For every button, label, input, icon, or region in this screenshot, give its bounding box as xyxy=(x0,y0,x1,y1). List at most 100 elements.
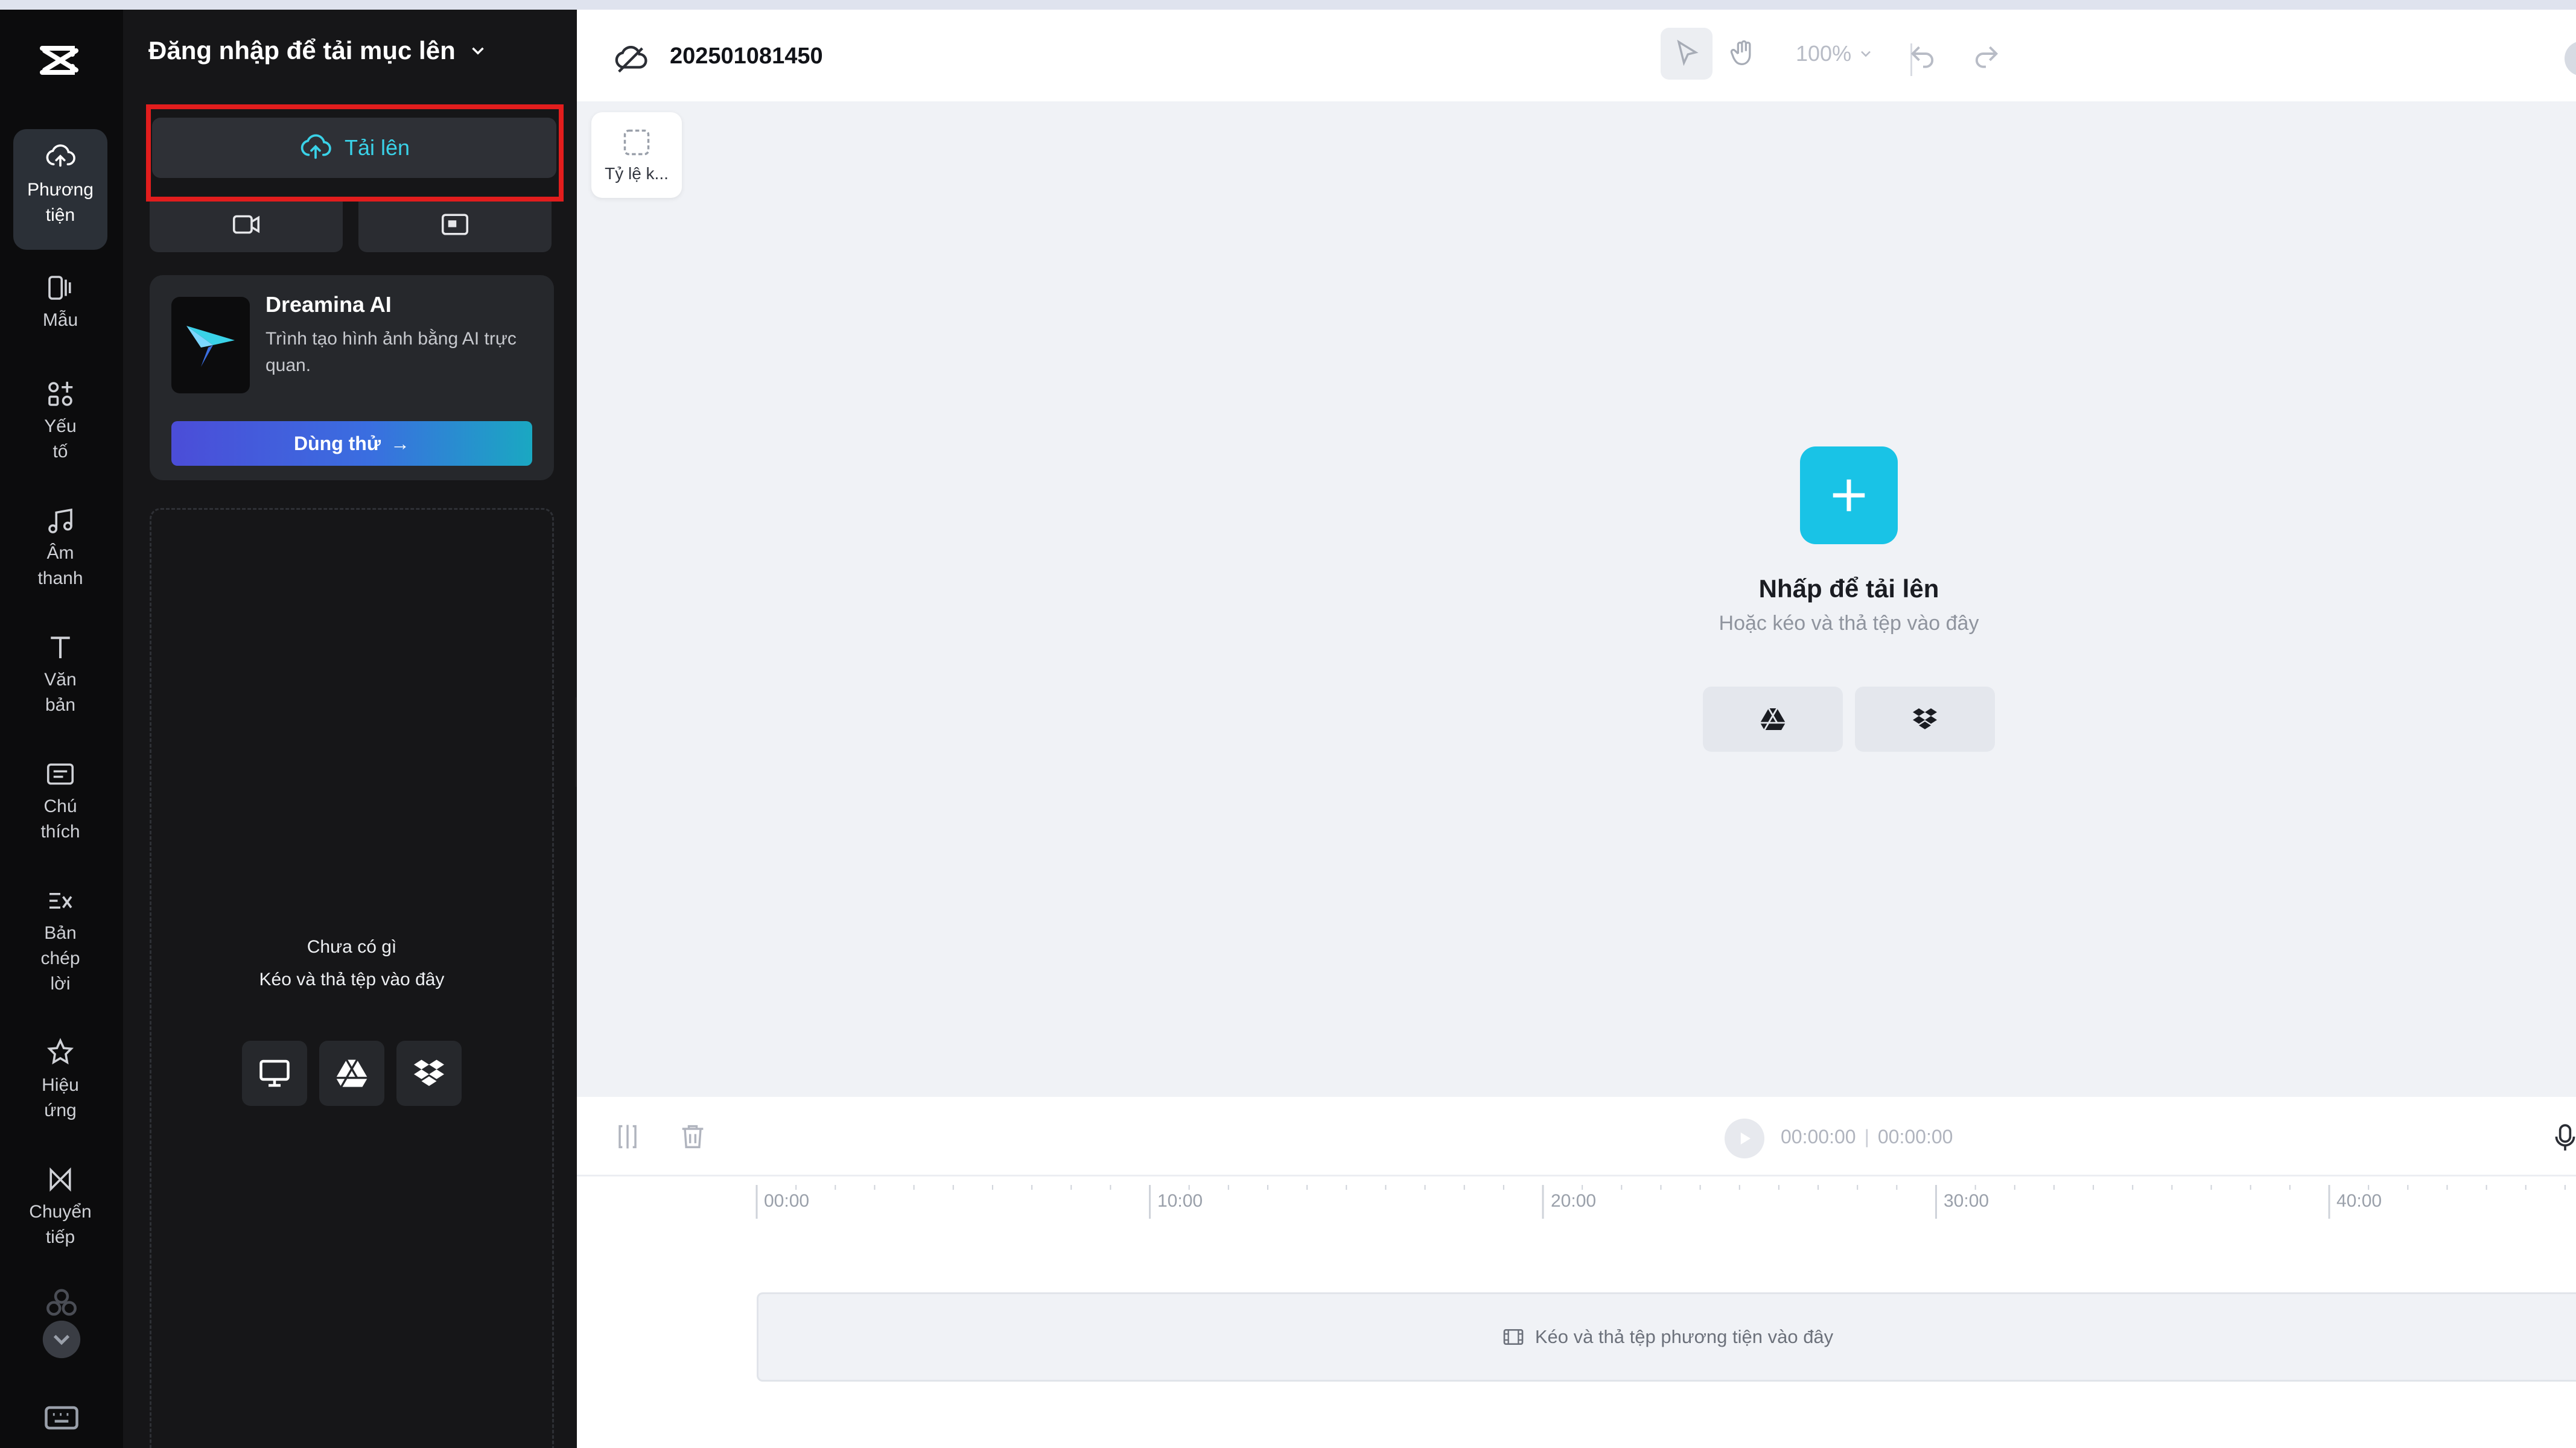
rail-label: Bản chép lời xyxy=(40,923,80,994)
split-icon[interactable] xyxy=(612,1121,643,1152)
capcut-logo-icon[interactable] xyxy=(36,36,84,84)
dreamina-logo-icon xyxy=(186,326,235,367)
account-avatar[interactable] xyxy=(2565,41,2576,76)
play-icon xyxy=(1740,1132,1751,1145)
rail-label: Chú thích xyxy=(40,796,80,842)
promo-title: Dreamina AI xyxy=(266,292,392,317)
click-to-upload-button[interactable] xyxy=(1800,446,1898,544)
select-tool-button[interactable] xyxy=(1661,28,1713,80)
template-icon xyxy=(48,276,71,300)
aspect-ratio-label: Tỷ lệ k... xyxy=(605,164,669,183)
record-video-button[interactable] xyxy=(150,197,343,252)
project-title[interactable]: 202501081450 xyxy=(670,43,823,69)
timecode-separator: | xyxy=(1864,1126,1869,1148)
plus-icon xyxy=(1833,479,1865,512)
text-icon xyxy=(51,637,70,658)
hand-icon xyxy=(1730,40,1751,65)
chevron-down-icon xyxy=(1861,51,1871,57)
upload-from-google-drive-button[interactable] xyxy=(319,1041,384,1106)
rail-label: Phương tiện xyxy=(27,180,94,225)
aspect-ratio-icon xyxy=(623,129,650,156)
rail-item-elements[interactable]: Yếu tố xyxy=(13,366,107,465)
upload-target-dropdown[interactable]: Đăng nhập để tải mục lên xyxy=(148,36,488,65)
captions-icon xyxy=(46,763,74,785)
microphone-icon[interactable] xyxy=(2550,1121,2576,1155)
media-panel: Đăng nhập để tải mục lên Tải lên Dreamin… xyxy=(123,10,577,1448)
ruler-label: 20:00 xyxy=(1551,1191,1597,1211)
rail-item-templates[interactable]: Mẫu xyxy=(13,259,107,333)
redo-icon xyxy=(1975,46,1999,68)
rail-label: Văn bản xyxy=(44,670,77,715)
current-time: 00:00:00 xyxy=(1781,1126,1856,1148)
monitor-icon xyxy=(259,1059,290,1087)
effects-icon xyxy=(47,1038,74,1065)
total-time: 00:00:00 xyxy=(1877,1126,1953,1148)
zoom-value: 100% xyxy=(1796,41,1852,66)
rail-label: Âm thanh xyxy=(37,543,83,588)
preview-canvas[interactable]: Tỷ lệ k... Nhấp để tải lên Hoặc kéo và t… xyxy=(577,101,2576,1097)
redo-button[interactable] xyxy=(1960,28,2012,80)
timeline-ruler: 00:00 10:00 20:00 30:00 40:00 xyxy=(577,1176,2576,1225)
film-strip-icon xyxy=(1503,1329,1524,1345)
dropbox-button[interactable] xyxy=(1855,687,1995,752)
cloud-sync-off-icon[interactable] xyxy=(613,41,648,76)
record-screen-button[interactable] xyxy=(358,197,552,252)
zoom-dropdown[interactable]: 100% xyxy=(1796,41,1874,66)
dreamina-promo-card: Dreamina AI Trình tạo hình ảnh bằng AI t… xyxy=(150,275,554,480)
empty-state-title: Chưa có gì xyxy=(307,937,397,957)
dropbox-icon xyxy=(1913,708,1937,729)
arrow-right-icon: → xyxy=(390,432,410,454)
try-dreamina-button[interactable]: Dùng thử → xyxy=(171,421,532,466)
google-drive-button[interactable] xyxy=(1703,687,1843,752)
media-dropzone[interactable]: Chưa có gì Kéo và thả tệp vào đây xyxy=(150,508,554,1448)
rail-item-text[interactable]: Văn bản xyxy=(13,619,107,718)
elements-icon xyxy=(48,381,73,406)
empty-state-hint: Kéo và thả tệp vào đây xyxy=(259,970,445,989)
rail-item-audio[interactable]: Âm thanh xyxy=(13,492,107,591)
aspect-ratio-button[interactable]: Tỷ lệ k... xyxy=(591,112,682,198)
ruler-label: 40:00 xyxy=(2336,1191,2382,1211)
plugins-icon[interactable] xyxy=(41,1283,82,1324)
promo-description: Trình tạo hình ảnh bằng AI trực quan. xyxy=(266,329,517,375)
browser-top-strip xyxy=(0,0,2576,10)
ruler-label: 30:00 xyxy=(1944,1191,1989,1211)
try-button-label: Dùng thử xyxy=(293,432,381,454)
timeline-toolbar: 00:00:00 | 00:00:00 xyxy=(577,1097,2576,1176)
rail-label: Yếu tố xyxy=(44,416,77,462)
ruler-label: 10:00 xyxy=(1157,1191,1203,1211)
upload-source-buttons xyxy=(151,1041,552,1106)
timecode: 00:00:00 | 00:00:00 xyxy=(1781,1126,1953,1148)
undo-button[interactable] xyxy=(1897,28,1949,80)
rail-item-effects[interactable]: Hiệu ứng xyxy=(13,1024,107,1123)
timeline-area[interactable]: 00:00 10:00 20:00 30:00 40:00 Kéo và thả… xyxy=(577,1176,2576,1448)
empty-state-text: Chưa có gì Kéo và thả tệp vào đây xyxy=(151,931,552,996)
ruler-label: 00:00 xyxy=(764,1191,810,1211)
chevron-down-icon[interactable] xyxy=(41,1319,82,1360)
upload-from-computer-button[interactable] xyxy=(242,1041,307,1106)
rail-item-transcript[interactable]: Bản chép lời xyxy=(13,872,107,997)
rail-item-transitions[interactable]: Chuyển tiếp xyxy=(13,1151,107,1250)
screen-record-icon xyxy=(441,214,469,235)
rail-item-media[interactable]: Phương tiện xyxy=(13,129,107,250)
timeline-drop-zone[interactable]: Kéo và thả tệp phương tiện vào đây xyxy=(757,1292,2576,1382)
left-nav-rail: Phương tiện Mẫu Yếu tố Âm thanh Văn bản … xyxy=(0,10,123,1448)
rail-item-captions[interactable]: Chú thích xyxy=(13,746,107,845)
hand-tool-button[interactable] xyxy=(1717,28,1769,80)
panel-title: Đăng nhập để tải mục lên xyxy=(148,36,456,65)
upload-title: Nhấp để tải lên xyxy=(1758,574,1939,603)
google-drive-icon xyxy=(336,1059,368,1088)
upload-from-dropbox-button[interactable] xyxy=(396,1041,462,1106)
dreamina-logo xyxy=(171,297,250,393)
dropbox-icon xyxy=(414,1059,444,1086)
play-button[interactable] xyxy=(1725,1119,1764,1158)
music-note-icon xyxy=(48,508,72,533)
cloud-upload-icon xyxy=(46,144,75,167)
editor-topbar: 202501081450 100% xyxy=(577,10,2576,101)
transition-icon xyxy=(49,1167,71,1192)
video-camera-icon xyxy=(232,215,260,234)
transcript-icon xyxy=(49,892,72,909)
upload-subtitle: Hoặc kéo và thả tệp vào đây xyxy=(1719,612,1979,635)
trash-icon[interactable] xyxy=(677,1121,708,1152)
keyboard-shortcuts-icon[interactable] xyxy=(41,1397,82,1438)
rail-label: Hiệu ứng xyxy=(42,1075,79,1120)
